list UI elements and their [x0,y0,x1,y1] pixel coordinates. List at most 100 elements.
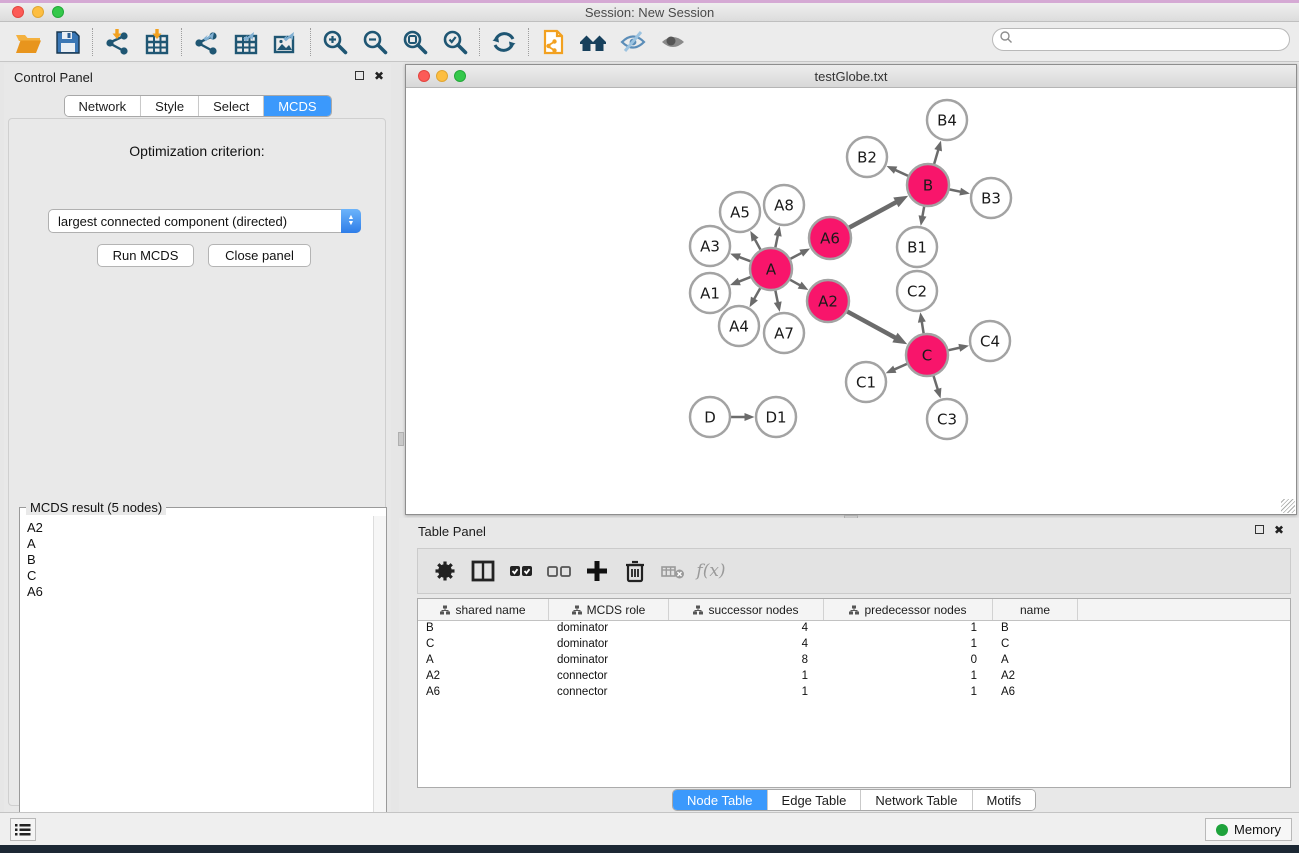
table-tab-network-table[interactable]: Network Table [860,790,971,810]
show-panels-button[interactable] [573,25,613,59]
edge-B-B3[interactable] [949,189,963,192]
edge-A-A3[interactable] [738,256,752,261]
edge-C-C4[interactable] [947,347,961,350]
mcds-result-list[interactable]: A2ABCA6 [21,516,372,850]
table-cell[interactable]: A6 [418,685,549,701]
edge-A-A2[interactable] [789,279,801,286]
table-cell[interactable]: A [993,653,1078,669]
table-cell[interactable]: connector [549,685,669,701]
table-cell[interactable]: A [418,653,549,669]
table-cell[interactable]: dominator [549,653,669,669]
save-session-button[interactable] [48,25,88,59]
mcds-result-item[interactable]: A2 [27,520,366,536]
table-row[interactable]: Adominator80A [418,653,1290,669]
table-close-panel-icon[interactable]: ✖ [1271,523,1287,537]
edge-A-A6[interactable] [790,252,803,259]
select-all-button[interactable] [502,552,540,590]
edge-B-B2[interactable] [894,169,909,176]
export-image-button[interactable] [266,25,306,59]
table-cell[interactable]: 0 [824,653,993,669]
column-header-successor-nodes[interactable]: successor nodes [669,599,824,620]
tab-mcds[interactable]: MCDS [263,96,330,116]
table-tab-node-table[interactable]: Node Table [673,790,767,810]
edge-C-C1[interactable] [893,363,908,370]
table-row[interactable]: A6connector11A6 [418,685,1290,701]
column-header-MCDS-role[interactable]: MCDS role [549,599,669,620]
table-cell[interactable]: dominator [549,621,669,637]
edge-A-A4[interactable] [753,287,760,300]
export-table-button[interactable] [226,25,266,59]
refresh-layout-button[interactable] [484,25,524,59]
table-cell[interactable]: 1 [824,621,993,637]
table-float-panel-icon[interactable] [1251,523,1267,537]
hide-graphics-button[interactable] [613,25,653,59]
table-tab-edge-table[interactable]: Edge Table [767,790,861,810]
network-window-titlebar[interactable]: testGlobe.txt [406,65,1296,88]
table-cell[interactable]: A6 [993,685,1078,701]
table-cell[interactable]: 1 [669,685,824,701]
column-header-name[interactable]: name [993,599,1078,620]
float-panel-icon[interactable] [351,69,367,83]
table-cell[interactable]: connector [549,669,669,685]
tab-select[interactable]: Select [198,96,263,116]
close-panel-icon[interactable]: ✖ [371,69,387,83]
edge-C-C3[interactable] [933,375,938,391]
resize-grip-icon[interactable] [1281,499,1295,513]
optimization-criterion-dropdown[interactable]: largest connected component (directed) ▲… [48,209,361,233]
table-cell[interactable]: 1 [824,669,993,685]
table-tab-motifs[interactable]: Motifs [972,790,1036,810]
table-row[interactable]: A2connector11A2 [418,669,1290,685]
tab-style[interactable]: Style [140,96,198,116]
table-cell[interactable]: A2 [418,669,549,685]
zoom-in-button[interactable] [315,25,355,59]
table-cell[interactable]: B [418,621,549,637]
export-network-button[interactable] [186,25,226,59]
tab-network[interactable]: Network [64,96,140,116]
split-pane-button[interactable] [464,552,502,590]
show-graphics-button[interactable] [653,25,693,59]
network-graph[interactable]: B4B2BB3A8A5A6A3B1AC2A1A2A4A7C4CC1DD1C3 [406,88,1296,514]
edge-A6-B[interactable] [848,201,897,228]
clone-network-button[interactable] [533,25,573,59]
search-box[interactable] [992,28,1290,51]
table-cell[interactable]: 4 [669,621,824,637]
mcds-list-scrollbar[interactable] [373,516,386,850]
table-cell[interactable]: 1 [824,685,993,701]
run-mcds-button[interactable]: Run MCDS [97,244,194,267]
table-cell[interactable]: A2 [993,669,1078,685]
table-cell[interactable]: dominator [549,637,669,653]
edge-A-A7[interactable] [775,290,778,305]
mcds-result-item[interactable]: B [27,552,366,568]
zoom-selected-button[interactable] [435,25,475,59]
table-cell[interactable]: 4 [669,637,824,653]
table-cell[interactable]: 1 [824,637,993,653]
import-table-button[interactable] [137,25,177,59]
open-session-button[interactable] [8,25,48,59]
delete-button[interactable] [616,552,654,590]
network-canvas[interactable]: B4B2BB3A8A5A6A3B1AC2A1A2A4A7C4CC1DD1C3 [406,88,1296,514]
import-network-button[interactable] [97,25,137,59]
memory-button[interactable]: Memory [1205,818,1292,841]
edge-B-B4[interactable] [934,148,939,165]
table-cell[interactable]: 8 [669,653,824,669]
mcds-result-item[interactable]: A [27,536,366,552]
column-header-shared-name[interactable]: shared name [418,599,549,620]
add-column-button[interactable] [578,552,616,590]
edge-A-A1[interactable] [737,277,751,283]
table-row[interactable]: Cdominator41C [418,637,1290,653]
table-row[interactable]: Bdominator41B [418,621,1290,637]
edge-A2-C[interactable] [846,311,896,338]
zoom-out-button[interactable] [355,25,395,59]
vertical-scroll-nub[interactable] [398,432,404,446]
zoom-fit-button[interactable] [395,25,435,59]
task-history-button[interactable] [10,818,36,841]
mcds-result-item[interactable]: A6 [27,584,366,600]
table-cell[interactable]: 1 [669,669,824,685]
deselect-all-button[interactable] [540,552,578,590]
table-cell[interactable]: C [418,637,549,653]
close-panel-button[interactable]: Close panel [208,244,311,267]
edge-A-A8[interactable] [775,234,778,249]
gear-button[interactable] [426,552,464,590]
column-header-predecessor-nodes[interactable]: predecessor nodes [824,599,993,620]
edge-C-C2[interactable] [922,320,924,334]
